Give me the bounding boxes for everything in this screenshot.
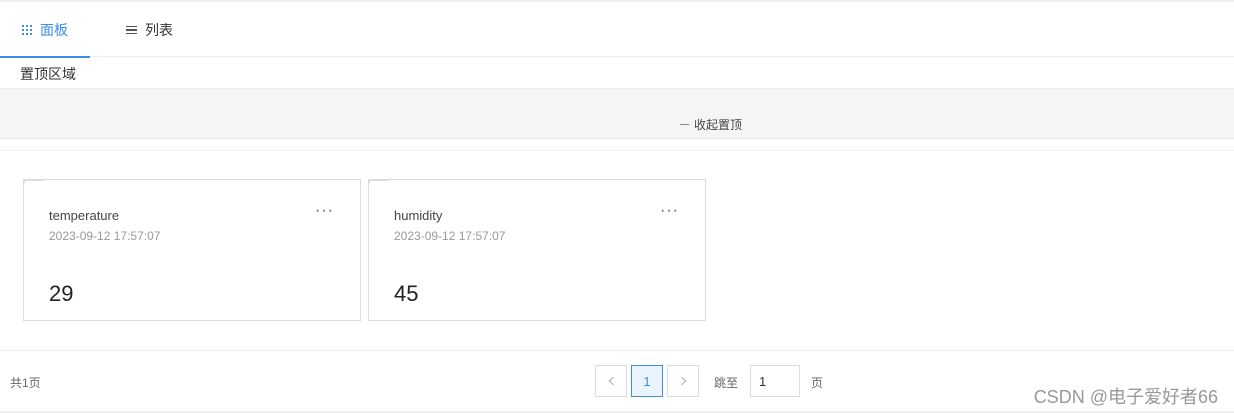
pinned-area-title: 置顶区域 — [20, 66, 76, 82]
device-card-humidity[interactable]: humidity 2023-09-12 17:57:07 45 ··· — [368, 179, 706, 321]
list-icon — [126, 25, 137, 35]
page-number-button[interactable]: 1 — [631, 365, 663, 397]
tab-list-label: 列表 — [145, 22, 173, 38]
divider — [0, 150, 1234, 151]
minus-icon — [680, 124, 689, 125]
grid-icon — [22, 25, 32, 35]
card-corner-mark — [369, 180, 389, 183]
collapse-pinned-button[interactable]: 收起置顶 — [680, 116, 742, 133]
next-page-button[interactable] — [667, 365, 699, 397]
jump-page-input[interactable] — [750, 365, 800, 397]
top-border — [0, 0, 1234, 2]
tab-panel[interactable]: 面板 — [0, 3, 90, 58]
jump-to-label: 跳至 — [714, 376, 739, 390]
prev-page-button[interactable] — [595, 365, 627, 397]
chevron-right-icon — [677, 376, 686, 386]
divider — [0, 350, 1234, 351]
dashboard-page: 面板 列表 置顶区域 收起置顶 temperature 2023-09-12 1… — [0, 0, 1234, 413]
card-name: temperature — [49, 208, 120, 223]
more-options-icon[interactable]: ··· — [315, 202, 334, 220]
card-value: 45 — [394, 281, 419, 306]
pinned-area: 收起置顶 — [0, 89, 1234, 139]
collapse-pinned-label: 收起置顶 — [694, 118, 743, 132]
more-options-icon[interactable]: ··· — [660, 202, 679, 220]
device-card-temperature[interactable]: temperature 2023-09-12 17:57:07 29 ··· — [23, 179, 361, 321]
active-tab-indicator — [0, 56, 90, 58]
watermark: CSDN @电子爱好者66 — [1033, 387, 1218, 407]
view-tabs: 面板 列表 — [0, 3, 1234, 58]
card-timestamp: 2023-09-12 17:57:07 — [49, 229, 161, 243]
tab-panel-label: 面板 — [40, 22, 68, 38]
tab-list[interactable]: 列表 — [126, 3, 206, 57]
page-suffix-label: 页 — [811, 376, 824, 390]
card-name: humidity — [394, 208, 443, 223]
chevron-left-icon — [608, 376, 617, 386]
card-timestamp: 2023-09-12 17:57:07 — [394, 229, 506, 243]
card-value: 29 — [49, 281, 74, 306]
total-pages-label: 共1页 — [10, 376, 41, 390]
card-corner-mark — [24, 180, 44, 183]
